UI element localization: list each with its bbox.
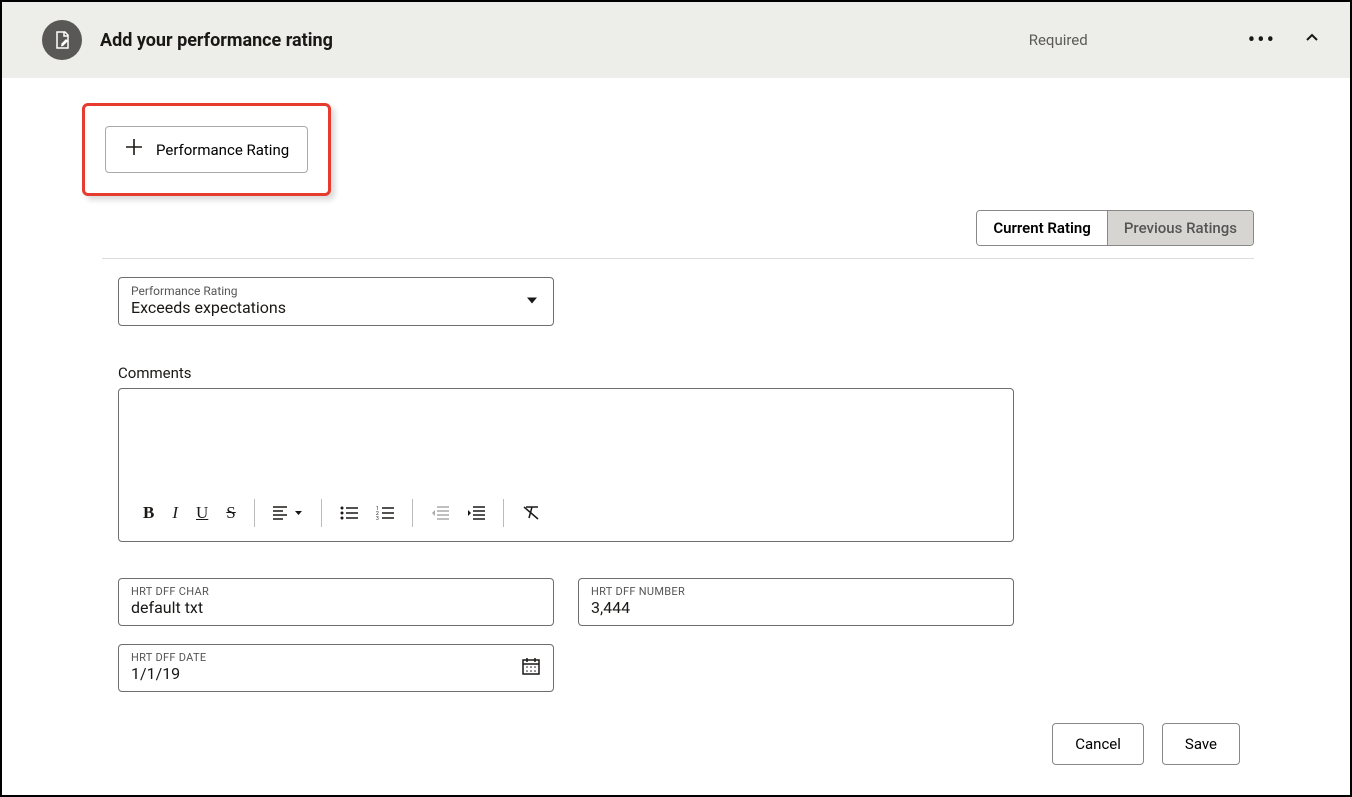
comments-editor[interactable]: B I U S 123 <box>118 388 1014 542</box>
hrt-dff-date-field[interactable]: HRT DFF DATE 1/1/19 <box>118 644 554 692</box>
clear-format-icon[interactable] <box>522 505 540 521</box>
field-value: 1/1/19 <box>131 664 541 683</box>
field-value: 3,444 <box>591 598 1001 617</box>
select-label: Performance Rating <box>131 284 541 298</box>
document-edit-icon <box>42 20 82 60</box>
collapse-icon[interactable] <box>1304 30 1320 50</box>
indent-icon[interactable] <box>467 506 485 520</box>
field-label: HRT DFF DATE <box>131 651 541 664</box>
page-header: Add your performance rating Required ••• <box>2 2 1350 78</box>
align-icon[interactable] <box>273 506 303 520</box>
required-label: Required <box>1029 31 1088 49</box>
tab-previous-ratings[interactable]: Previous Ratings <box>1107 211 1253 245</box>
calendar-icon[interactable] <box>521 656 541 680</box>
bold-icon[interactable]: B <box>143 503 154 523</box>
tab-row: Current Rating Previous Ratings <box>82 210 1254 246</box>
plus-icon <box>124 137 144 162</box>
comments-label: Comments <box>118 364 1254 382</box>
hrt-dff-char-field[interactable]: HRT DFF CHAR default txt <box>118 578 554 626</box>
cancel-button[interactable]: Cancel <box>1052 723 1144 765</box>
highlight-annotation: Performance Rating <box>82 103 331 196</box>
svg-text:3: 3 <box>376 516 379 520</box>
underline-icon[interactable]: U <box>196 503 208 523</box>
content-area: Performance Rating Current Rating Previo… <box>2 78 1324 778</box>
hrt-dff-number-field[interactable]: HRT DFF NUMBER 3,444 <box>578 578 1014 626</box>
field-value: default txt <box>131 598 541 617</box>
field-label: HRT DFF CHAR <box>131 585 541 598</box>
add-button-label: Performance Rating <box>156 141 289 159</box>
more-menu-icon[interactable]: ••• <box>1248 28 1276 53</box>
performance-rating-select[interactable]: Performance Rating Exceeds expectations <box>118 277 554 326</box>
rating-tab-group: Current Rating Previous Ratings <box>976 210 1254 246</box>
chevron-down-icon <box>525 292 539 311</box>
add-performance-rating-button[interactable]: Performance Rating <box>105 126 308 173</box>
bullet-list-icon[interactable] <box>340 506 358 520</box>
field-label: HRT DFF NUMBER <box>591 585 1001 598</box>
italic-icon[interactable]: I <box>172 503 178 523</box>
strikethrough-icon[interactable]: S <box>226 503 235 523</box>
numbered-list-icon[interactable]: 123 <box>376 506 394 520</box>
divider <box>102 258 1254 259</box>
save-button[interactable]: Save <box>1162 723 1240 765</box>
select-value: Exceeds expectations <box>131 298 541 317</box>
footer-actions: Cancel Save <box>1052 723 1240 765</box>
tab-current-rating[interactable]: Current Rating <box>977 211 1107 245</box>
page-title: Add your performance rating <box>100 30 333 51</box>
editor-toolbar: B I U S 123 <box>143 499 558 527</box>
outdent-icon[interactable] <box>431 506 449 520</box>
